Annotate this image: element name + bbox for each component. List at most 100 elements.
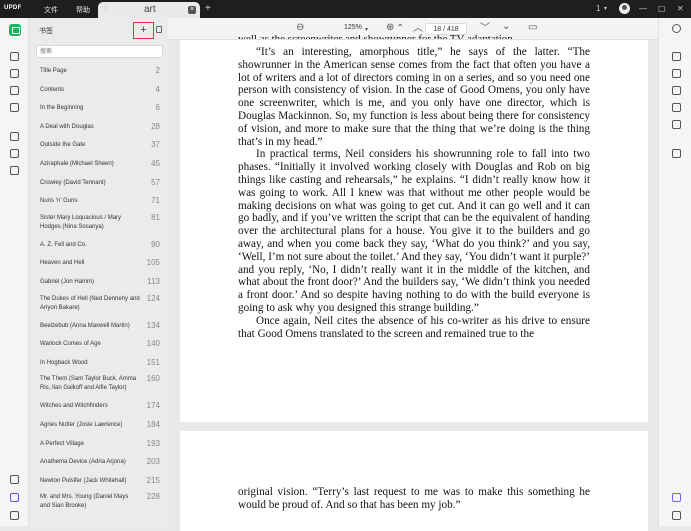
zoom-level[interactable]: 125% xyxy=(344,24,362,31)
bookmark-search-input[interactable] xyxy=(36,45,163,58)
menu-help[interactable]: 帮助 xyxy=(76,5,90,15)
bookmark-item[interactable]: Newton Pulsifer (Jack Whitehall) 215 xyxy=(29,472,168,491)
minimize-icon[interactable]: — xyxy=(639,4,647,13)
bookmark-label: Heaven and Hell xyxy=(40,260,85,267)
bookmark-page-number: 6 xyxy=(155,103,160,113)
paragraph: Once again, Neil cites the absence of hi… xyxy=(238,314,590,340)
ai-assistant-icon[interactable] xyxy=(672,493,681,502)
avatar[interactable] xyxy=(619,3,630,14)
bookmark-label: Beelzebub (Anna Maxwell Martin) xyxy=(40,322,130,329)
bookmark-item[interactable]: Gabriel (Jon Hamm) 113 xyxy=(29,273,168,292)
organize-pages-icon[interactable] xyxy=(10,103,19,112)
bookmark-page-number: 90 xyxy=(151,239,160,249)
bookmark-item[interactable]: Warlock Comes of Age 140 xyxy=(29,335,168,354)
bookmark-page-number: 81 xyxy=(151,212,160,222)
bookmark-page-number: 45 xyxy=(151,158,160,168)
bookmark-item[interactable]: Agnes Nutter (Josie Lawrence) 184 xyxy=(29,416,168,435)
pdf-page: well as the screenwriter and showrunner … xyxy=(180,33,648,422)
bookmark-label: Nuns ‘n’ Guns xyxy=(40,198,78,205)
bookmark-item[interactable]: In the Beginning 6 xyxy=(29,99,168,118)
panel-header: 书签 + xyxy=(29,18,168,42)
last-page-icon[interactable]: ⌄ xyxy=(502,22,510,32)
bookmark-item[interactable]: Contents 4 xyxy=(29,81,168,100)
document-tab[interactable]: :: art × xyxy=(98,2,200,18)
feedback-icon[interactable] xyxy=(672,511,681,520)
bookmark-label: The Dukes of Hell (Ned Dennehy and Ariyo… xyxy=(40,295,140,311)
bookmark-item[interactable]: Anathema Device (Adria Arjona) 203 xyxy=(29,453,168,472)
convert-icon[interactable] xyxy=(10,149,19,158)
bookmark-label: Anathema Device (Adria Arjona) xyxy=(40,459,126,466)
bookmark-item[interactable]: Outside the Gate 37 xyxy=(29,136,168,155)
bookmark-label: A. Z. Fell and Co. xyxy=(40,241,87,248)
bookmark-icon[interactable] xyxy=(10,493,19,502)
bookmark-label: Witches and Witchfinders xyxy=(40,403,108,410)
reader-mode-icon[interactable] xyxy=(9,24,21,36)
bookmark-label: Outside the Gate xyxy=(40,142,86,149)
bookmark-page-number: 184 xyxy=(146,419,160,429)
bookmark-item[interactable]: Title Page 2 xyxy=(29,62,168,81)
bookmark-label: Newton Pulsifer (Jack Whitehall) xyxy=(40,477,127,484)
zoom-out-icon[interactable]: ⊖ xyxy=(296,23,304,33)
form-icon[interactable] xyxy=(10,86,19,95)
bookmark-label: A Deal with Douglas xyxy=(40,123,94,130)
save-as-icon[interactable] xyxy=(672,86,681,95)
bookmark-label: In the Beginning xyxy=(40,105,84,112)
version-label[interactable]: 1 xyxy=(596,4,600,13)
comment-mode-icon[interactable]: ▭ xyxy=(528,23,537,33)
bookmark-item[interactable]: In Hogback Wood 151 xyxy=(29,354,168,373)
bookmark-page-number: 57 xyxy=(151,177,160,187)
share-icon[interactable] xyxy=(672,103,681,112)
menu-file[interactable]: 文件 xyxy=(44,5,58,15)
ocr-icon[interactable] xyxy=(10,132,19,141)
comment-icon[interactable] xyxy=(10,69,19,78)
export-icon[interactable] xyxy=(672,52,681,61)
bookmark-label: Mr. and Mrs. Young (Daniel Mays and Sian… xyxy=(40,494,129,510)
collapse-panel-icon[interactable] xyxy=(156,26,162,33)
pdf-page: original vision. “Terry’s last request t… xyxy=(180,431,648,531)
paragraph: original vision. “Terry’s last request t… xyxy=(238,486,590,511)
bookmark-item[interactable]: Witches and Witchfinders 174 xyxy=(29,397,168,416)
bookmark-label: Title Page xyxy=(40,68,67,74)
bookmark-item[interactable]: Sister Mary Loquacious / Mary Hodges (Ni… xyxy=(29,211,168,236)
search-icon[interactable] xyxy=(672,24,681,33)
bookmark-page-number: 134 xyxy=(146,320,160,330)
bookmark-item[interactable]: The Them (Sam Taylor Buck, Amma Ris, Ila… xyxy=(29,372,168,397)
attachment-icon[interactable] xyxy=(10,511,19,520)
bookmark-item[interactable]: A. Z. Fell and Co. 90 xyxy=(29,236,168,255)
version-caret-icon[interactable]: ▾ xyxy=(604,5,607,12)
bookmark-panel: 书签 + Title Page 2 Contents 4 In the Beginnin… xyxy=(29,18,168,526)
bookmark-page-number: 160 xyxy=(146,374,160,384)
maximize-icon[interactable]: ▢ xyxy=(658,4,666,13)
edit-pdf-icon[interactable] xyxy=(10,52,19,61)
zoom-in-icon[interactable]: ⊕ xyxy=(386,23,394,33)
bookmark-item[interactable]: Mr. and Mrs. Young (Daniel Mays and Sian… xyxy=(29,490,168,515)
bookmark-item[interactable]: Crowley (David Tennant) 57 xyxy=(29,174,168,193)
print-icon[interactable] xyxy=(672,149,681,158)
bookmark-item[interactable]: Nuns ‘n’ Guns 71 xyxy=(29,192,168,211)
bookmark-page-number: 2 xyxy=(155,66,160,75)
protect-icon[interactable] xyxy=(10,166,19,175)
bookmark-page-number: 71 xyxy=(151,196,160,206)
bookmark-item[interactable]: The Dukes of Hell (Ned Dennehy and Ariyo… xyxy=(29,292,168,317)
bookmark-page-number: 228 xyxy=(146,492,160,502)
add-bookmark-button[interactable]: + xyxy=(133,22,154,39)
bookmark-label: Gabriel (Jon Hamm) xyxy=(40,278,95,285)
panel-title: 书签 xyxy=(39,28,53,35)
bookmark-item[interactable]: Beelzebub (Anna Maxwell Martin) 134 xyxy=(29,317,168,336)
bookmark-item[interactable]: Heaven and Hell 105 xyxy=(29,254,168,273)
bookmark-label: Warlock Comes of Age xyxy=(40,341,101,348)
new-tab-button[interactable]: + xyxy=(205,3,211,14)
bookmark-page-number: 124 xyxy=(146,293,160,303)
right-toolbar xyxy=(658,18,691,526)
layers-icon[interactable] xyxy=(10,475,19,484)
bookmark-page-number: 174 xyxy=(146,401,160,411)
close-tab-icon[interactable]: × xyxy=(188,6,196,14)
tab-title: art xyxy=(144,4,156,15)
bookmark-item[interactable]: A Perfect Village 193 xyxy=(29,435,168,454)
properties-icon[interactable] xyxy=(672,69,681,78)
bookmark-item[interactable]: Aziraphale (Michael Sheen) 45 xyxy=(29,155,168,174)
close-window-icon[interactable]: ✕ xyxy=(677,4,684,13)
email-icon[interactable] xyxy=(672,120,681,129)
app-logo: UPDF xyxy=(4,5,22,11)
bookmark-item[interactable]: A Deal with Douglas 28 xyxy=(29,118,168,137)
